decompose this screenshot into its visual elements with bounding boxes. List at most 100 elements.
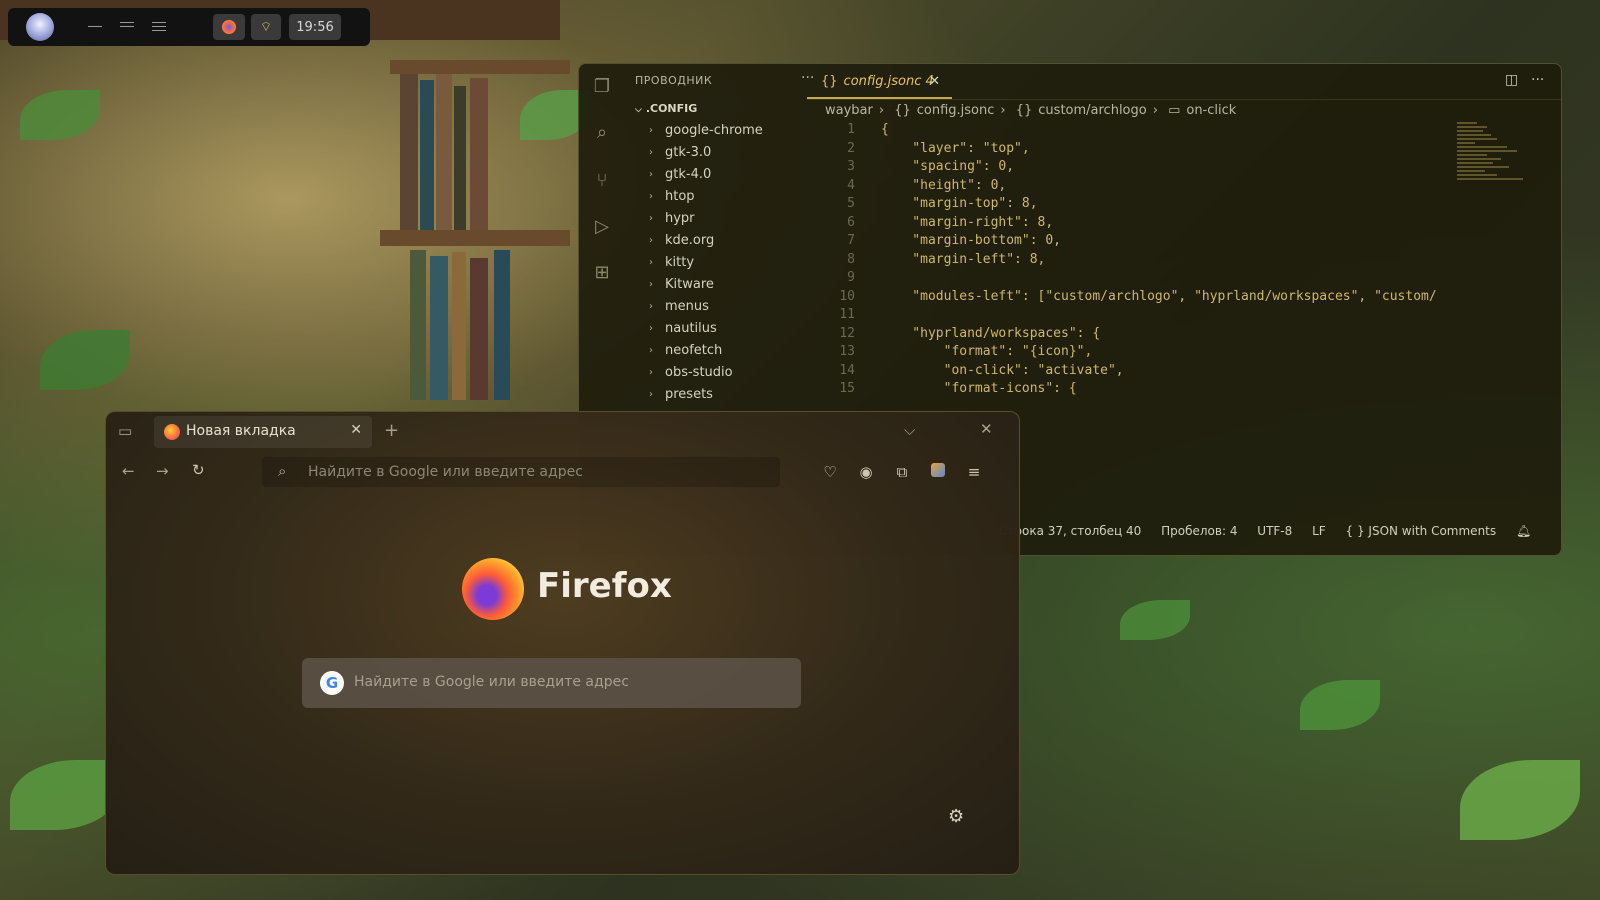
cursor-position[interactable]: Строка 37, столбец 40 — [999, 524, 1141, 538]
language-mode[interactable]: { } JSON with Comments — [1346, 524, 1497, 538]
code-line: "spacing": 0, — [881, 159, 1015, 174]
line-number: 4 — [847, 177, 855, 193]
property-icon: ▭ — [1168, 103, 1181, 118]
run-debug-icon[interactable]: ▷ — [591, 216, 613, 238]
status-bar: Строка 37, столбец 40 Пробелов: 4 UTF-8 … — [999, 520, 1561, 542]
account-icon[interactable]: ◉ — [856, 462, 876, 482]
code-line: "margin-right": 8, — [881, 214, 1054, 230]
workspace-3-icon[interactable] — [152, 19, 166, 33]
breadcrumb-item[interactable]: config.jsonc — [917, 103, 995, 118]
chevron-right-icon: › — [1152, 103, 1158, 118]
new-tab-button[interactable]: + — [384, 420, 399, 441]
tree-item[interactable]: › htop — [649, 186, 809, 208]
tab-label: config.jsonc — [843, 74, 922, 89]
tree-item[interactable]: › kde.org — [649, 230, 809, 252]
url-placeholder: Найдите в Google или введите адрес — [308, 464, 583, 480]
firefox-logo-icon — [462, 558, 524, 620]
firefox-toolbar: ← → ↻ ⌕ Найдите в Google или введите адр… — [106, 452, 1019, 492]
menu-icon[interactable]: ≡ — [964, 462, 984, 482]
window-close-icon[interactable]: ✕ — [980, 420, 993, 438]
close-icon[interactable]: ✕ — [350, 422, 362, 438]
clock: 19:56 — [289, 14, 341, 40]
close-icon[interactable]: ✕ — [929, 64, 940, 99]
tree-item[interactable]: › menus — [649, 296, 809, 318]
line-number: 8 — [847, 251, 855, 267]
waybar: ⌔ 19:56 — [8, 8, 370, 46]
chevron-right-icon: › — [649, 323, 653, 334]
back-icon[interactable]: ← — [122, 462, 135, 480]
line-number: 5 — [847, 196, 855, 211]
split-editor-icon[interactable]: ◫ — [1505, 72, 1518, 88]
reload-icon[interactable]: ↻ — [192, 461, 205, 479]
file-tree: › google-chrome › gtk-3.0 › gtk-4.0 › htop ›… — [649, 120, 809, 406]
tree-item[interactable]: › neofetch — [649, 340, 809, 362]
url-bar[interactable]: ⌕ Найдите в Google или введите адрес — [262, 457, 780, 487]
chevron-down-icon: ⌵ — [635, 105, 642, 115]
chevron-right-icon: › — [649, 125, 653, 136]
forward-icon[interactable]: → — [156, 462, 169, 480]
tree-item[interactable]: › hypr — [649, 208, 809, 230]
newtab-search-box[interactable]: G Найдите в Google или введите адрес — [302, 658, 801, 708]
tree-item[interactable]: › Kitware — [649, 274, 809, 296]
wifi-icon[interactable]: ⌔ — [251, 14, 281, 40]
line-number: 6 — [847, 214, 855, 230]
workspace-2-icon[interactable] — [120, 19, 134, 33]
breadcrumb-item[interactable]: on-click — [1186, 103, 1236, 118]
tree-item[interactable]: › gtk-4.0 — [649, 164, 809, 186]
extension-fox-icon[interactable] — [928, 462, 948, 482]
code-line: "on-click": "activate", — [881, 362, 1124, 378]
explorer-icon[interactable]: ❐ — [591, 76, 613, 98]
code-line: { — [881, 122, 889, 137]
source-control-icon[interactable]: ⑂ — [591, 170, 613, 192]
pocket-icon[interactable]: ♡ — [820, 462, 840, 482]
tree-item[interactable]: › kitty — [649, 252, 809, 274]
chevron-right-icon: › — [649, 301, 653, 312]
chevron-right-icon: › — [649, 213, 653, 224]
chevron-right-icon: › — [649, 257, 653, 268]
tree-item[interactable]: › presets — [649, 384, 809, 406]
json-icon: {} — [821, 74, 838, 89]
code-line: "format-icons": { — [881, 381, 1077, 396]
encoding[interactable]: UTF-8 — [1257, 524, 1292, 538]
chevron-right-icon: › — [649, 169, 653, 180]
tree-item[interactable]: › google-chrome — [649, 120, 809, 142]
firefox-tab-strip: ▭ Новая вкладка ✕ + ⌵ ✕ — [106, 412, 1019, 452]
more-actions-icon[interactable]: ··· — [1531, 72, 1544, 88]
tree-item[interactable]: › gtk-3.0 — [649, 142, 809, 164]
line-number: 3 — [847, 159, 855, 174]
minimap[interactable] — [1457, 120, 1529, 250]
extensions-icon[interactable]: ⧉ — [892, 462, 912, 482]
code-line: "margin-bottom": 0, — [881, 233, 1062, 248]
bell-icon[interactable]: 🔔︎ — [1516, 524, 1531, 538]
search-icon[interactable]: ⌕ — [591, 122, 613, 144]
firefox-tray-icon[interactable] — [213, 14, 245, 40]
workspace-1-icon[interactable] — [88, 19, 102, 33]
line-number: 11 — [839, 307, 855, 322]
line-number: 15 — [839, 381, 855, 396]
editor-tab-bar: {} config.jsonc 4 ✕ ◫ ··· — [807, 64, 1561, 100]
google-icon: G — [320, 671, 344, 695]
tree-item[interactable]: › obs-studio — [649, 362, 809, 384]
list-tabs-icon[interactable]: ⌵ — [904, 421, 915, 439]
tab-config-jsonc[interactable]: {} config.jsonc 4 ✕ — [807, 64, 952, 99]
tab-groups-icon[interactable]: ▭ — [118, 422, 132, 440]
chevron-right-icon: › — [649, 279, 653, 290]
tree-item[interactable]: › nautilus — [649, 318, 809, 340]
search-placeholder: Найдите в Google или введите адрес — [354, 674, 629, 690]
line-number: 1 — [847, 122, 855, 137]
chevron-right-icon: › — [878, 103, 885, 118]
explorer-root-folder[interactable]: ⌵ .CONFIG — [635, 102, 697, 115]
extensions-icon[interactable]: ⊞ — [591, 262, 613, 284]
breadcrumb-item[interactable]: waybar — [825, 103, 873, 118]
tab-new-tab[interactable]: Новая вкладка ✕ — [154, 416, 372, 448]
breadcrumb: waybar › {} config.jsonc › {} custom/archlog… — [807, 100, 1242, 122]
end-of-line[interactable]: LF — [1312, 524, 1326, 538]
indentation[interactable]: Пробелов: 4 — [1161, 524, 1237, 538]
search-icon: ⌕ — [278, 462, 287, 480]
gear-icon[interactable]: ⚙ — [948, 806, 964, 827]
root-folder-label: .CONFIG — [645, 102, 698, 115]
line-number: 12 — [839, 325, 855, 341]
chevron-right-icon: › — [649, 191, 653, 202]
arch-logo-icon[interactable] — [26, 13, 54, 41]
breadcrumb-item[interactable]: custom/archlogo — [1038, 103, 1146, 118]
